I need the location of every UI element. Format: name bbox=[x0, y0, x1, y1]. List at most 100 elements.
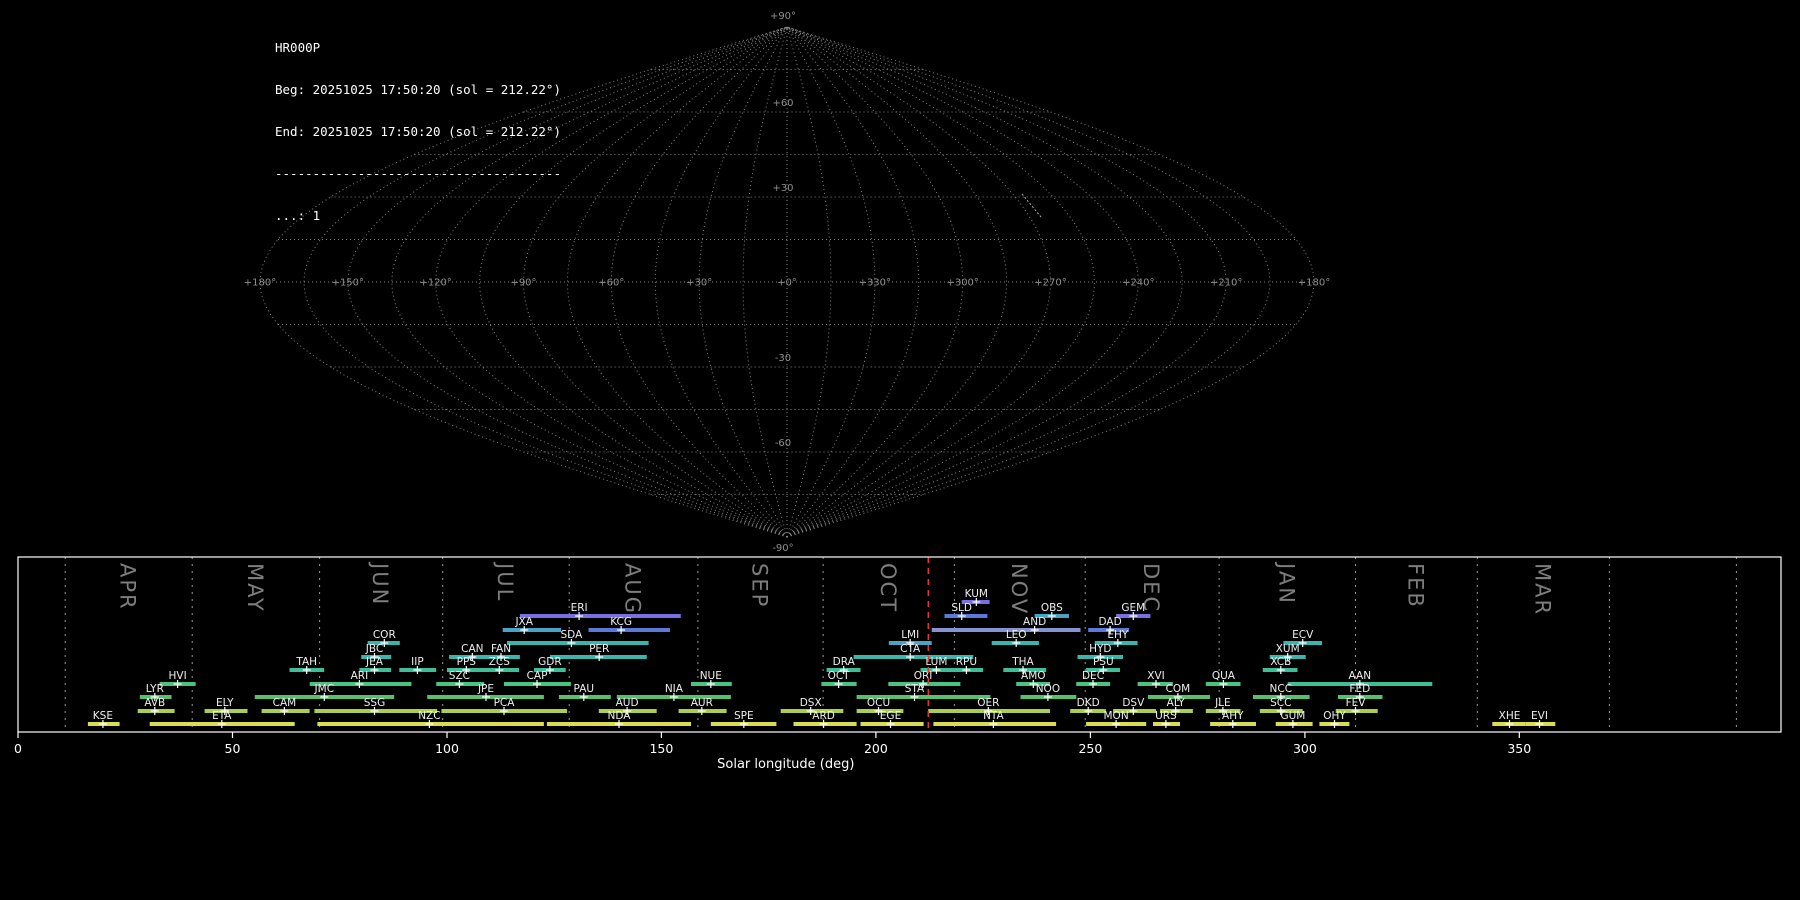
map-ra-label: +270° bbox=[1034, 278, 1066, 289]
x-tick-label: 50 bbox=[225, 741, 241, 756]
shower-label-hvi: HVI bbox=[169, 670, 187, 682]
shower-label-fev: FEV bbox=[1346, 697, 1367, 709]
map-ra-label: +180° bbox=[244, 278, 276, 289]
shower-label-ard: ARD bbox=[812, 710, 835, 722]
shower-label-cam: CAM bbox=[273, 697, 297, 709]
shower-label-dad: DAD bbox=[1099, 616, 1122, 628]
shower-label-dra: DRA bbox=[833, 656, 856, 668]
map-ra-label: +60° bbox=[598, 278, 624, 289]
shower-label-ecv: ECV bbox=[1292, 629, 1314, 641]
x-tick-label: 100 bbox=[435, 741, 459, 756]
shower-label-dsx: DSX bbox=[800, 697, 822, 709]
map-ra-label: +120° bbox=[419, 278, 451, 289]
map-dec-label: +60 bbox=[772, 98, 793, 109]
shower-label-ocu: OCU bbox=[867, 697, 890, 709]
shower-label-eta: ETA bbox=[212, 710, 232, 722]
shower-label-pca: PCA bbox=[494, 697, 516, 709]
shower-label-pps: PPS bbox=[457, 656, 477, 668]
map-ra-label: +150° bbox=[332, 278, 364, 289]
month-label: APR bbox=[116, 563, 140, 611]
shower-label-hyd: HYD bbox=[1089, 643, 1111, 655]
shower-label-and: AND bbox=[1023, 616, 1046, 628]
shower-label-pau: PAU bbox=[574, 683, 595, 695]
shower-label-spe: SPE bbox=[734, 710, 754, 722]
shower-label-avb: AVB bbox=[144, 697, 165, 709]
shower-label-aud: AUD bbox=[616, 697, 639, 709]
shower-label-mon: MON bbox=[1104, 710, 1129, 722]
shower-label-nzc: NZC bbox=[418, 710, 440, 722]
shower-label-kse: KSE bbox=[93, 710, 113, 722]
station-code: HR000P bbox=[275, 41, 561, 55]
map-ra-label: +180° bbox=[1298, 278, 1330, 289]
month-label: JUN bbox=[368, 561, 392, 606]
shower-label-tha: THA bbox=[1011, 656, 1034, 668]
shower-label-tah: TAH bbox=[295, 656, 317, 668]
month-label: MAR bbox=[1530, 563, 1554, 616]
shower-label-xum: XUM bbox=[1276, 643, 1300, 655]
shower-label-amo: AMO bbox=[1021, 670, 1046, 682]
month-label: JUL bbox=[493, 561, 517, 602]
map-ra-label: +240° bbox=[1122, 278, 1154, 289]
shower-label-ori: ORI bbox=[914, 670, 933, 682]
shower-label-lyr: LYR bbox=[146, 683, 164, 695]
x-tick-label: 200 bbox=[864, 741, 888, 756]
shower-label-gdr: GDR bbox=[538, 656, 562, 668]
map-dec-label: -90° bbox=[772, 543, 793, 554]
x-tick-label: 300 bbox=[1293, 741, 1317, 756]
map-dec-label: +90° bbox=[770, 11, 796, 22]
shower-label-xhe: XHE bbox=[1499, 710, 1521, 722]
shower-label-evi: EVI bbox=[1531, 710, 1548, 722]
shower-label-aan: AAN bbox=[1349, 670, 1372, 682]
shower-label-sld: SLD bbox=[951, 602, 972, 614]
shower-label-nda: NDA bbox=[608, 710, 632, 722]
shower-label-ely: ELY bbox=[216, 697, 234, 709]
shower-label-cap: CAP bbox=[527, 670, 548, 682]
shower-bar-eri bbox=[520, 614, 681, 618]
map-ra-label: +210° bbox=[1210, 278, 1242, 289]
shower-label-cta: CTA bbox=[900, 643, 921, 655]
shower-label-ari: ARI bbox=[351, 670, 369, 682]
x-tick-label: 0 bbox=[14, 741, 22, 756]
shower-label-jxa: JXA bbox=[514, 616, 533, 628]
divider: -------------------------------------- bbox=[275, 167, 561, 181]
shower-label-com: COM bbox=[1166, 683, 1191, 695]
shower-label-ohy: OHY bbox=[1323, 710, 1346, 722]
shower-label-jea: JEA bbox=[365, 656, 384, 668]
shower-label-can: CAN bbox=[461, 643, 483, 655]
x-tick-label: 150 bbox=[649, 741, 673, 756]
shower-label-xcb: XCB bbox=[1270, 656, 1291, 668]
shower-bar-sld bbox=[945, 614, 988, 618]
shower-label-nue: NUE bbox=[700, 670, 722, 682]
shower-label-zcs: ZCS bbox=[489, 656, 511, 668]
shower-label-lmi: LMI bbox=[901, 629, 919, 641]
month-label: SEP bbox=[748, 563, 772, 608]
shower-bar-jxa bbox=[503, 628, 561, 632]
shower-label-kcg: KCG bbox=[610, 616, 632, 628]
shower-label-ege: EGE bbox=[880, 710, 901, 722]
x-tick-label: 350 bbox=[1507, 741, 1531, 756]
shower-label-nia: NIA bbox=[665, 683, 684, 695]
shower-label-kum: KUM bbox=[965, 588, 988, 600]
shower-label-qua: QUA bbox=[1212, 670, 1236, 682]
shower-label-leo: LEO bbox=[1006, 629, 1027, 641]
map-dec-label: -60 bbox=[775, 438, 791, 449]
shower-label-rpu: RPU bbox=[956, 656, 977, 668]
shower-label-fed: FED bbox=[1349, 683, 1370, 695]
shower-label-ahy: AHY bbox=[1222, 710, 1244, 722]
map-ra-label: +300° bbox=[946, 278, 978, 289]
shower-label-sda: SDA bbox=[561, 629, 584, 641]
shower-label-szc: SZC bbox=[449, 670, 470, 682]
shower-label-aly: ALY bbox=[1167, 697, 1186, 709]
shower-label-jbc: JBC bbox=[365, 643, 383, 655]
shower-label-noo: NOO bbox=[1036, 683, 1060, 695]
shower-label-sta: STA bbox=[905, 683, 925, 695]
shower-label-dkd: DKD bbox=[1077, 697, 1100, 709]
shower-bar-kcg bbox=[589, 628, 671, 632]
shower-label-iip: IIP bbox=[411, 656, 424, 668]
shower-label-jle: JLE bbox=[1214, 697, 1231, 709]
shower-label-urs: URS bbox=[1155, 710, 1177, 722]
shower-label-per: PER bbox=[589, 643, 609, 655]
shower-label-jpe: JPE bbox=[477, 683, 494, 695]
shower-label-gem: GEM bbox=[1121, 602, 1145, 614]
x-axis: 050100150200250300350Solar longitude (de… bbox=[14, 732, 1531, 772]
